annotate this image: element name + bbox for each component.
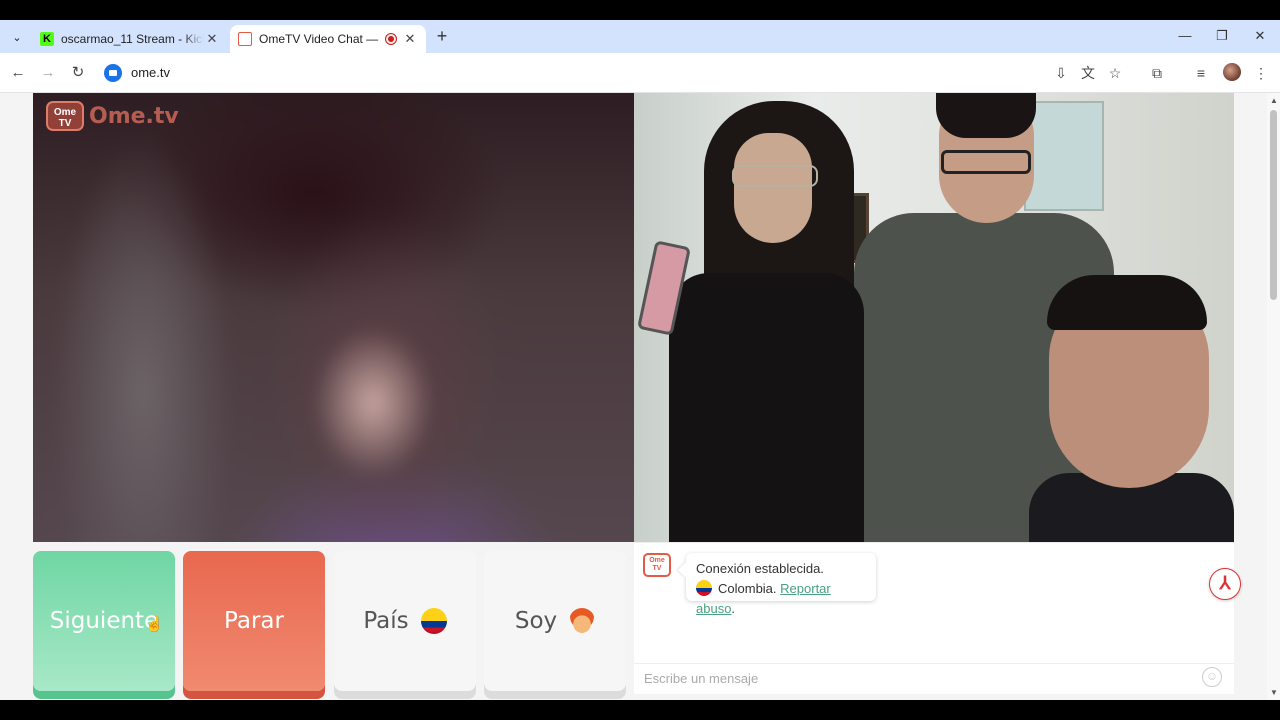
chat-logo-line2: TV — [652, 565, 662, 572]
scroll-thumb[interactable] — [1270, 110, 1277, 300]
new-tab-icon[interactable]: + — [432, 27, 452, 47]
tab-title: OmeTV Video Chat — Ome — [259, 32, 380, 46]
tab-close-icon[interactable]: ✕ — [402, 31, 418, 47]
media-control-icon[interactable]: ≡ — [1190, 62, 1212, 84]
country-button[interactable]: País — [334, 551, 476, 691]
ometv-chat-icon: Ome TV — [643, 553, 671, 577]
stop-button[interactable]: Parar — [183, 551, 325, 691]
gender-button-label: Soy — [514, 608, 558, 634]
tab-search-icon[interactable]: ⌄ — [6, 26, 28, 48]
site-info-icon[interactable] — [104, 64, 122, 82]
colombia-flag-icon — [696, 580, 712, 596]
restore-icon[interactable]: ❐ — [1207, 26, 1237, 46]
stranger-video — [634, 93, 1234, 542]
gender-button[interactable]: Soy — [484, 551, 626, 691]
tab-strip: ⌄ K oscarmao_11 Stream - Kick Dash ✕ Ome… — [0, 20, 1280, 53]
system-message: Conexión establecida. Colombia. Reportar… — [686, 553, 876, 616]
toolbar: ← → ↻ ome.tv ⇩ 文 ☆ ⧉ ≡ ⋮ — [0, 53, 1280, 93]
bookmark-star-icon[interactable]: ☆ — [1104, 62, 1126, 84]
install-app-icon[interactable]: ⇩ — [1050, 62, 1072, 84]
menu-kebab-icon[interactable]: ⋮ — [1250, 62, 1272, 84]
self-video: Ome TV Ome.tv — [33, 93, 634, 542]
connection-status: Conexión establecida. — [696, 561, 824, 576]
profile-avatar[interactable] — [1223, 63, 1241, 81]
reload-icon[interactable]: ↻ — [67, 62, 89, 84]
tab-close-icon[interactable]: ✕ — [204, 31, 220, 47]
stop-button-label: Parar — [224, 608, 284, 634]
colombia-flag-icon — [420, 608, 447, 634]
minimize-icon[interactable]: — — [1170, 26, 1200, 46]
forward-icon[interactable]: → — [37, 62, 59, 84]
emoji-icon[interactable]: ☺ — [1202, 667, 1222, 687]
tv-icon: Ome TV — [46, 101, 84, 131]
logo-badge-line1: Ome — [53, 107, 77, 118]
country-name: Colombia. — [718, 581, 777, 596]
chat-panel: Ome TV Conexión establecida. Colombia. Re… — [634, 542, 1234, 694]
translate-icon[interactable]: 文 — [1077, 62, 1099, 84]
screen: ⌄ K oscarmao_11 Stream - Kick Dash ✕ Ome… — [0, 0, 1280, 720]
tab-ometv[interactable]: OmeTV Video Chat — Ome ✕ — [230, 25, 426, 53]
back-icon[interactable]: ← — [7, 62, 29, 84]
tab-kick[interactable]: K oscarmao_11 Stream - Kick Dash ✕ — [32, 25, 228, 53]
tab-title: oscarmao_11 Stream - Kick Dash — [61, 32, 204, 46]
url-text: ome.tv — [131, 65, 171, 80]
logo-text: Ome.tv — [89, 103, 179, 129]
recording-icon — [386, 34, 396, 44]
report-suffix: . — [731, 601, 736, 616]
stranger-country: Colombia. Reportar abuso. — [696, 579, 866, 619]
kick-icon: K — [40, 32, 54, 46]
country-button-label: País — [363, 608, 409, 634]
browser-window: ⌄ K oscarmao_11 Stream - Kick Dash ✕ Ome… — [0, 20, 1280, 700]
next-button-label: Siguiente — [49, 608, 159, 634]
pdf-extension-icon[interactable]: ⅄ — [1209, 568, 1241, 600]
page-content: Ome TV Ome.tv Siguiente Parar País Soy ☝… — [0, 93, 1267, 700]
extensions-icon[interactable]: ⧉ — [1146, 62, 1168, 84]
ometv-logo[interactable]: Ome TV Ome.tv — [46, 101, 179, 131]
chat-logo-line1: Ome — [649, 557, 665, 564]
ometv-icon — [238, 32, 252, 46]
blurred-self-image — [33, 93, 634, 542]
message-input[interactable]: Escribe un mensaje — [634, 663, 1234, 694]
logo-badge-line2: TV — [58, 118, 72, 129]
hand-cursor-icon: ☝ — [145, 616, 164, 633]
close-window-icon[interactable]: ✕ — [1245, 26, 1275, 46]
boy-emoji-icon — [569, 608, 596, 634]
scroll-down-arrow-icon[interactable]: ▼ — [1270, 688, 1278, 697]
scroll-up-arrow-icon[interactable]: ▲ — [1270, 96, 1278, 105]
address-bar[interactable]: ome.tv — [96, 57, 1136, 89]
stranger-video-image — [634, 93, 1234, 542]
